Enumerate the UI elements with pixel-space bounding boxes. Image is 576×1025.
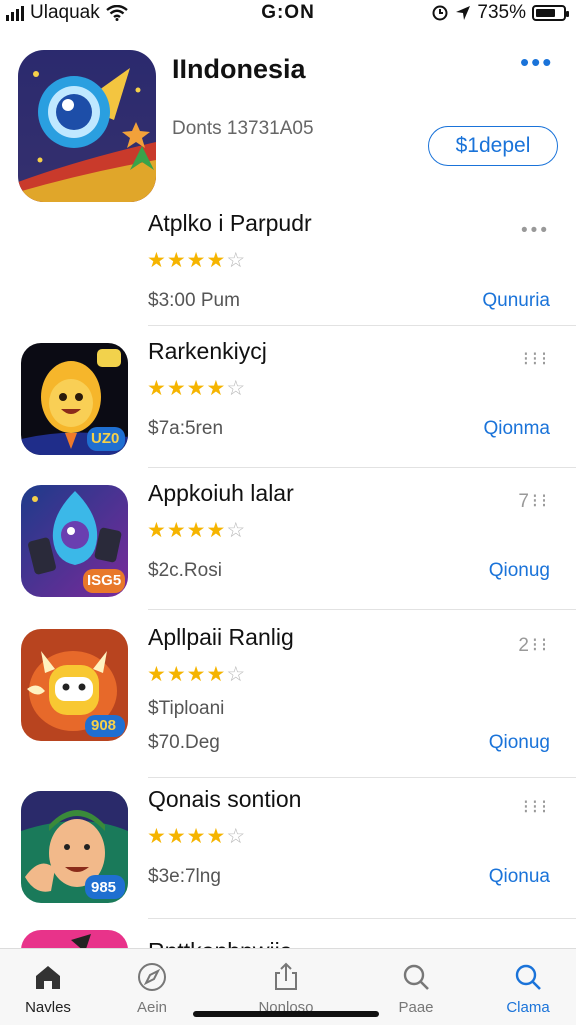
compass-icon [138,963,166,991]
app-subtitle: $Tiploani [148,698,225,719]
alarm-icon [432,5,448,21]
list-item[interactable]: 908 Apllpaii Ranlig ★★★★☆ $Tiploani $70.… [0,616,576,753]
divider [148,609,576,610]
app-title: Appkoiuh lalar [148,480,294,506]
row-menu-number: 2 [518,635,532,656]
app-icon[interactable]: ISG5 [21,485,128,597]
battery-icon [532,5,569,21]
tab-navles[interactable]: Navles [0,949,96,1025]
tab-label: Clama [506,999,550,1016]
more-icon[interactable]: ⁝⁝⁝ [523,348,550,371]
star-rating: ★★★★☆ [147,518,246,543]
more-icon[interactable]: ⁝⁝⁝ [523,796,550,819]
divider [148,325,576,326]
star-empty-icon: ☆ [226,249,247,272]
app-icon[interactable]: 908 [21,629,128,741]
battery-percent: 735% [477,2,526,23]
search-icon [515,964,541,990]
star-rating: ★★★★☆ [147,824,246,849]
app-price: $2c.Rosi [148,560,222,581]
tab-clama[interactable]: Clama [480,949,576,1025]
page-title: IIndonesia [172,54,306,84]
location-arrow-icon [456,6,471,20]
star-rating: ★★★★☆ [147,376,246,401]
app-badge: 908 [91,717,117,734]
app-icon[interactable]: 985 [21,791,128,903]
star-empty-icon: ☆ [226,663,247,686]
tab-label: Aein [136,999,168,1016]
app-title: Rarkenkiycj [148,338,267,364]
share-icon [275,962,297,990]
star-icon: ★★★★ [147,519,227,542]
list-item[interactable]: ISG5 Appkoiuh lalar ★★★★☆ $2c.Rosi Qionu… [0,472,576,602]
app-price: $7a:5ren [148,418,224,439]
app-title: Qonais sontion [148,786,302,812]
more-icon[interactable]: ••• [521,220,550,242]
star-icon: ★★★★ [147,377,227,400]
list-item[interactable]: UZ0 Rarkenkiycj ★★★★☆ $7a:5ren Qionma ⁝⁝… [0,330,576,460]
more-icon[interactable]: 7⁝⁝ [518,490,550,513]
tab-label: Navles [25,999,71,1016]
home-icon [36,966,60,989]
app-title: Apllpaii Ranlig [148,624,294,650]
app-link[interactable]: Qionug [489,560,550,582]
star-icon: ★★★★ [147,825,227,848]
app-price: $3e:7lng [148,866,221,887]
app-link[interactable]: Qionma [483,418,550,440]
row-menu-number: 7 [518,491,532,512]
home-indicator[interactable] [193,1011,379,1017]
star-icon: ★★★★ [147,663,227,686]
battery-fill [536,9,555,17]
star-empty-icon: ☆ [226,825,247,848]
app-link[interactable]: Qionug [489,732,550,754]
star-empty-icon: ☆ [226,377,247,400]
list-item[interactable]: Atplko i Parpudr ★★★★☆ $3:00 Pum Qunuria… [0,202,576,332]
get-button[interactable]: $1depel [428,126,558,166]
app-link[interactable]: Qunuria [482,290,550,312]
app-badge: UZ0 [91,430,120,447]
app-badge: 985 [91,879,117,896]
divider [148,467,576,468]
app-icon[interactable]: UZ0 [21,343,128,455]
status-bar: Ulaquak G:ON 735% [0,0,576,26]
divider [148,918,576,919]
app-title: Atplko i Parpudr [148,210,312,236]
app-link[interactable]: Qionua [489,866,550,888]
tab-aein[interactable]: Aein [104,949,200,1025]
featured-app-icon[interactable] [18,50,156,202]
more-icon[interactable]: ••• [520,49,553,75]
app-price: $3:00 Pum [148,290,240,311]
search-icon [403,964,429,990]
tab-paae[interactable]: Paae [368,949,464,1025]
star-empty-icon: ☆ [226,519,247,542]
tab-label: Paae [398,999,434,1016]
list-item[interactable]: 985 Qonais sontion ★★★★☆ $3e:7lng Qionua… [0,778,576,908]
more-icon[interactable]: 2⁝⁝ [518,634,550,657]
app-price: $70.Deg [148,732,220,753]
featured-app-header: IIndonesia ••• Donts 13731A05 $1depel [0,40,576,210]
app-badge: ISG5 [87,572,122,589]
star-rating: ★★★★☆ [147,248,246,273]
star-rating: ★★★★☆ [147,662,246,687]
header-subtitle: Donts 13731A05 [172,118,314,139]
star-icon: ★★★★ [147,249,227,272]
